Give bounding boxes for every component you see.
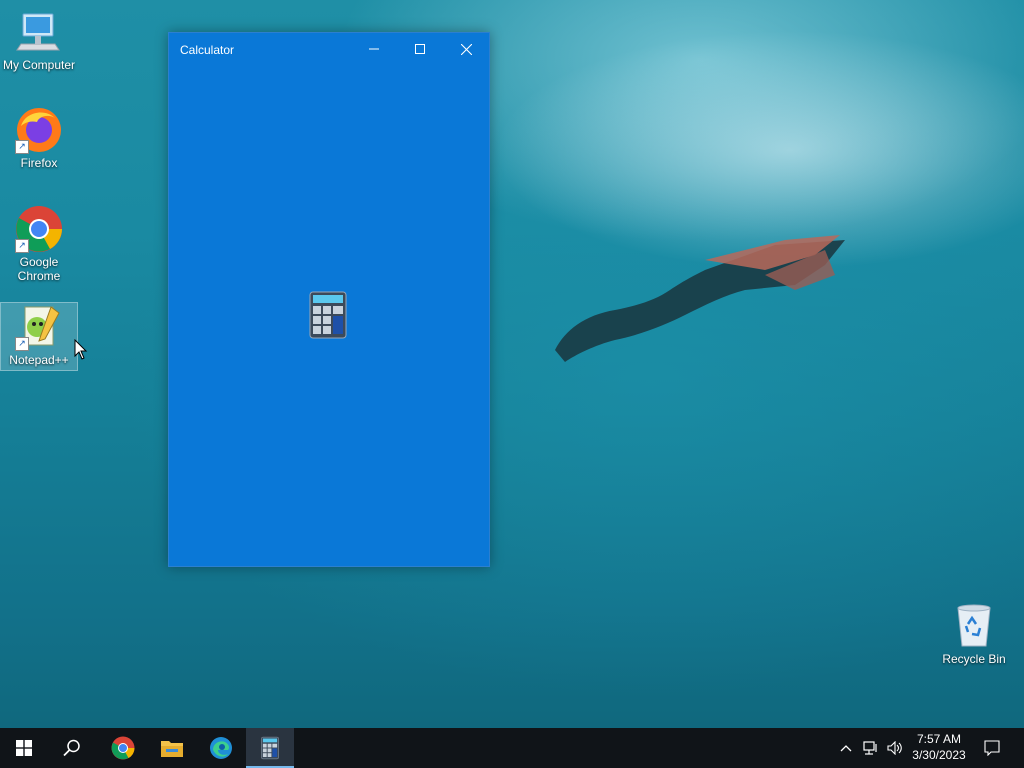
clock-time: 7:57 AM [916,732,962,746]
network-button[interactable] [860,728,882,768]
computer-icon [15,8,63,56]
chrome-icon: ↗ [15,205,63,253]
calculator-icon [261,736,279,760]
close-button[interactable] [443,33,489,65]
desktop-icon-notepad-plus-plus[interactable]: ↗ Notepad++ [0,302,78,371]
diver-image [555,235,845,362]
desktop-icon-my-computer[interactable]: My Computer [1,8,77,72]
edge-icon [210,737,232,759]
shortcut-arrow-icon: ↗ [15,239,29,253]
close-icon [460,43,472,55]
shortcut-arrow-icon: ↗ [15,337,29,351]
title-bar[interactable]: Calculator [169,33,489,65]
maximize-icon [415,44,425,54]
desktop-icon-label: Google Chrome [17,255,61,283]
windows-logo-icon [16,740,32,756]
file-explorer-icon [161,741,183,757]
maximize-button[interactable] [397,33,443,65]
notepad-plus-plus-icon: ↗ [15,303,63,351]
minimize-button[interactable] [351,33,397,65]
desktop-icon-google-chrome[interactable]: ↗ Google Chrome [1,205,77,283]
start-button[interactable] [0,728,48,768]
taskbar-edge[interactable] [197,728,245,768]
minimize-icon [369,48,379,50]
search-icon [63,739,80,757]
mouse-cursor-icon [74,339,88,360]
chrome-icon [111,736,135,760]
calculator-window[interactable]: Calculator [168,32,490,567]
desktop-icon-label: My Computer [2,58,76,72]
window-title: Calculator [180,43,235,57]
clock-date: 3/30/2023 [912,748,966,762]
calculator-splash-icon [309,291,347,339]
notification-icon [984,740,1000,756]
desktop-icon-label: Notepad++ [9,353,69,367]
desktop-icon-firefox[interactable]: ↗ Firefox [1,106,77,170]
taskbar-chrome[interactable] [99,728,147,768]
network-icon [863,741,877,755]
clock[interactable]: 7:57 AM 3/30/2023 [900,728,978,768]
action-center-button[interactable] [980,728,1004,768]
chevron-up-icon [840,745,852,752]
desktop-icon-recycle-bin[interactable]: Recycle Bin [936,602,1012,666]
show-hidden-icons-button[interactable] [836,728,856,768]
desktop-icon-label: Recycle Bin [942,652,1006,666]
taskbar: 7:57 AM 3/30/2023 [0,728,1024,768]
taskbar-calculator[interactable] [246,728,294,768]
firefox-icon: ↗ [15,106,63,154]
desktop-icon-label: Firefox [20,156,58,170]
taskbar-file-explorer[interactable] [148,728,196,768]
shortcut-arrow-icon: ↗ [15,140,29,154]
search-button[interactable] [48,728,96,768]
recycle-bin-icon [950,602,998,650]
